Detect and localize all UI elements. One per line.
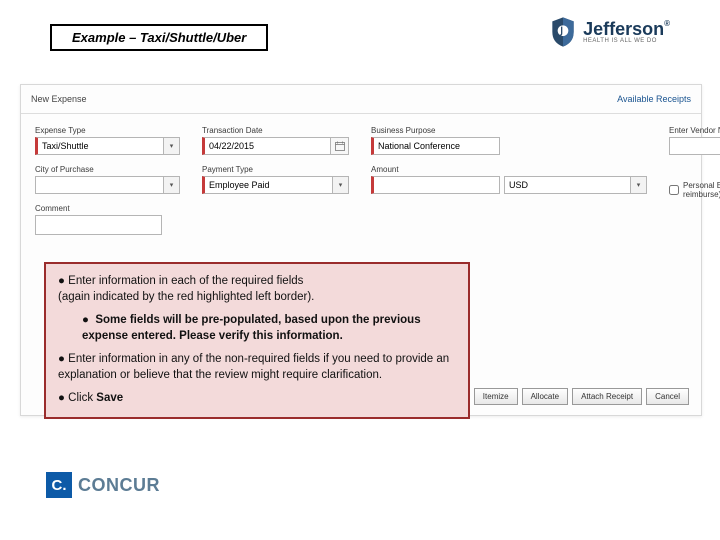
comment-input[interactable] xyxy=(35,215,162,235)
payment-type-label: Payment Type xyxy=(202,165,349,174)
payment-type-input[interactable] xyxy=(202,176,333,194)
transaction-date-label: Transaction Date xyxy=(202,126,349,135)
allocate-button[interactable]: Allocate xyxy=(522,388,568,405)
amount-input[interactable] xyxy=(371,176,500,194)
vendor-name-label: Enter Vendor Name xyxy=(669,126,720,135)
form-button-row: Save Itemize Allocate Attach Receipt Can… xyxy=(434,388,689,405)
concur-mark-icon: C. xyxy=(46,472,72,498)
shield-icon xyxy=(549,16,577,48)
cancel-button[interactable]: Cancel xyxy=(646,388,689,405)
payment-type-field: Payment Type ▾ xyxy=(202,165,349,194)
jefferson-logo: Jefferson® HEALTH IS ALL WE DO xyxy=(549,16,670,48)
personal-expense-checkbox[interactable]: Personal Expense (do not reimburse) xyxy=(669,181,720,199)
concur-text: CONCUR xyxy=(78,475,160,496)
personal-expense-input[interactable] xyxy=(669,185,679,195)
jefferson-tagline: HEALTH IS ALL WE DO xyxy=(583,38,670,44)
vendor-name-input[interactable] xyxy=(669,137,720,155)
attach-receipt-button[interactable]: Attach Receipt xyxy=(572,388,642,405)
instruction-line-3: ● Enter information in any of the non-re… xyxy=(58,352,456,383)
transaction-date-input[interactable] xyxy=(202,137,331,155)
instruction-line-1: ● Enter information in each of the requi… xyxy=(58,274,456,305)
chevron-down-icon[interactable]: ▾ xyxy=(164,137,180,155)
city-of-purchase-label: City of Purchase xyxy=(35,165,180,174)
amount-label: Amount xyxy=(371,165,647,174)
form-header: New Expense Available Receipts xyxy=(21,85,701,114)
chevron-down-icon[interactable]: ▾ xyxy=(333,176,349,194)
currency-input[interactable] xyxy=(504,176,631,194)
form-title: New Expense xyxy=(31,94,87,104)
calendar-icon[interactable] xyxy=(331,137,349,155)
itemize-button[interactable]: Itemize xyxy=(474,388,518,405)
expense-type-input[interactable] xyxy=(35,137,164,155)
example-title: Example – Taxi/Shuttle/Uber xyxy=(50,24,268,51)
comment-field: Comment xyxy=(35,204,180,235)
instruction-callout: ● Enter information in each of the requi… xyxy=(44,262,470,419)
transaction-date-field: Transaction Date xyxy=(202,126,349,155)
available-receipts-link[interactable]: Available Receipts xyxy=(617,94,691,104)
expense-type-label: Expense Type xyxy=(35,126,180,135)
business-purpose-field: Business Purpose xyxy=(371,126,647,155)
business-purpose-label: Business Purpose xyxy=(371,126,647,135)
instruction-line-2: ● Some fields will be pre-populated, bas… xyxy=(82,313,446,344)
city-of-purchase-field: City of Purchase ▾ xyxy=(35,165,180,194)
jefferson-brand-text: Jefferson® xyxy=(583,20,670,38)
chevron-down-icon[interactable]: ▾ xyxy=(164,176,180,194)
personal-expense-label: Personal Expense (do not reimburse) xyxy=(683,181,720,199)
expense-type-field: Expense Type ▾ xyxy=(35,126,180,155)
concur-logo: C. CONCUR xyxy=(46,472,160,498)
business-purpose-input[interactable] xyxy=(371,137,500,155)
comment-label: Comment xyxy=(35,204,180,213)
amount-field: Amount ▾ xyxy=(371,165,647,194)
chevron-down-icon[interactable]: ▾ xyxy=(631,176,647,194)
city-of-purchase-input[interactable] xyxy=(35,176,164,194)
instruction-line-4: ● Click Save xyxy=(58,391,456,407)
vendor-name-field: Enter Vendor Name xyxy=(669,126,720,155)
